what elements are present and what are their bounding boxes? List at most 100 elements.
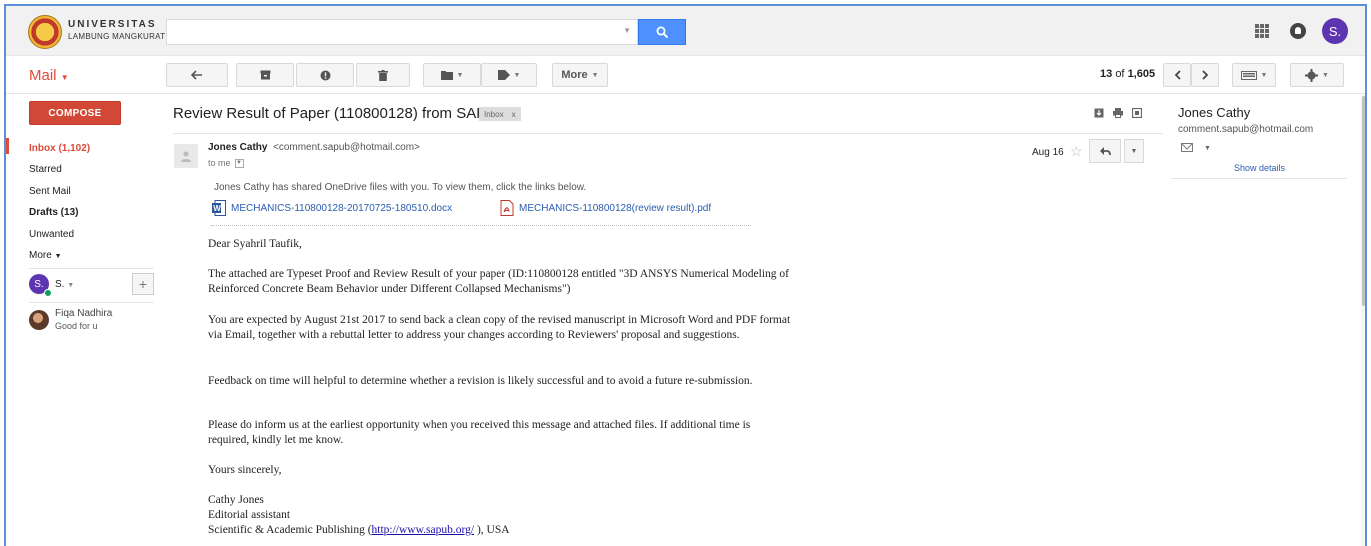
- contact-card-divider: [1171, 178, 1347, 179]
- more-button[interactable]: More ▼: [552, 63, 608, 87]
- mail-caret-icon: ▼: [60, 73, 69, 82]
- move-to-button[interactable]: ▼: [423, 63, 481, 87]
- more-label: More: [561, 69, 588, 81]
- attachment-docx-name: MECHANICS-110800128-20170725-180510.docx: [231, 202, 453, 214]
- message-subject: Review Result of Paper (110800128) from …: [173, 105, 487, 122]
- labels-button[interactable]: ▼: [481, 63, 537, 87]
- university-logo-icon[interactable]: [28, 15, 62, 49]
- sidebar-item-drafts[interactable]: Drafts (13): [29, 207, 78, 218]
- account-avatar[interactable]: S.: [1322, 18, 1348, 44]
- folder-icon: [440, 71, 453, 80]
- remove-label-icon[interactable]: x: [512, 110, 516, 119]
- sidebar-item-more[interactable]: More ▼: [29, 250, 62, 261]
- chat-user-name[interactable]: S. ▼: [55, 279, 74, 290]
- labels-caret-icon: ▼: [513, 71, 521, 79]
- body-paragraph-3: Feedback on time will helpful to determi…: [208, 375, 753, 387]
- back-arrow-icon: [191, 70, 202, 80]
- notifications-bell-icon[interactable]: [1290, 23, 1306, 39]
- start-chat-button[interactable]: +: [132, 273, 154, 295]
- move-caret-icon: ▼: [456, 71, 464, 79]
- logo-text-line2: LAMBUNG MANGKURAT: [68, 32, 166, 41]
- contact-avatar[interactable]: [29, 310, 49, 330]
- sidebar-more-caret-icon: ▼: [54, 253, 62, 260]
- input-tools-button[interactable]: ▼: [1232, 63, 1276, 87]
- sender-avatar[interactable]: [174, 144, 198, 168]
- archive-button[interactable]: [236, 63, 294, 87]
- show-details-link[interactable]: Show details: [1234, 163, 1285, 173]
- email-envelope-icon[interactable]: [1181, 143, 1193, 152]
- chat-caret-icon: ▼: [67, 282, 75, 289]
- print-icon[interactable]: [1113, 108, 1123, 118]
- mail-switcher[interactable]: Mail ▼: [29, 67, 69, 84]
- pdf-document-icon: [500, 200, 514, 216]
- signature-organization: Scientific & Academic Publishing (http:/…: [208, 523, 793, 538]
- reply-button[interactable]: [1089, 139, 1121, 163]
- sidebar-item-unwanted[interactable]: Unwanted: [29, 229, 74, 240]
- attachment-pdf[interactable]: MECHANICS-110800128(review result).pdf: [500, 200, 711, 216]
- body-paragraph-2: You are expected by August 21st 2017 to …: [208, 314, 791, 341]
- plus-icon: +: [138, 276, 148, 292]
- reply-arrow-icon: [1100, 147, 1111, 156]
- sidebar-item-inbox[interactable]: Inbox (1,102): [29, 143, 90, 154]
- sidebar-item-starred[interactable]: Starred: [29, 164, 62, 175]
- trash-icon: [378, 69, 388, 81]
- star-icon[interactable]: ☆: [1070, 143, 1083, 160]
- expand-all-icon[interactable]: [1094, 108, 1104, 118]
- closing-text: Yours sincerely,: [208, 464, 282, 476]
- gear-icon: [1305, 68, 1319, 82]
- signature-org-suffix: ), USA: [474, 524, 510, 536]
- settings-caret-icon: ▼: [1322, 71, 1329, 79]
- pager-count: 13 of 1,605: [1100, 68, 1155, 80]
- sidebar-divider: [29, 268, 154, 269]
- search-button[interactable]: [638, 19, 686, 45]
- body-paragraph-1: The attached are Typeset Proof and Revie…: [208, 268, 789, 295]
- older-button[interactable]: [1191, 63, 1219, 87]
- attachment-docx[interactable]: W MECHANICS-110800128-20170725-180510.do…: [212, 200, 452, 216]
- scrollbar-thumb[interactable]: [1362, 96, 1365, 306]
- recipient-details-caret-icon[interactable]: ▼: [234, 158, 244, 168]
- contact-actions-caret-icon[interactable]: ▼: [1204, 145, 1211, 152]
- chat-divider: [29, 302, 154, 303]
- reply-more-button[interactable]: ▼: [1124, 139, 1144, 163]
- onedrive-share-note: Jones Cathy has shared OneDrive files wi…: [214, 182, 587, 193]
- recipient-label: to me: [208, 158, 231, 168]
- publisher-link[interactable]: http://www.sapub.org/: [372, 524, 475, 536]
- search-input[interactable]: ▼: [166, 19, 638, 45]
- chat-user-label: S.: [55, 279, 65, 290]
- inbox-label-chip[interactable]: Inbox x: [479, 107, 521, 121]
- signature-org-prefix: Scientific & Academic Publishing (: [208, 524, 372, 536]
- label-tag-icon: [497, 70, 510, 80]
- word-document-icon: W: [212, 200, 226, 216]
- recipient-line[interactable]: to me ▼: [208, 158, 244, 168]
- back-button[interactable]: [166, 63, 228, 87]
- pager-total: 1,605: [1127, 68, 1156, 80]
- contact-name[interactable]: Fiqa Nadhira: [55, 308, 112, 319]
- report-spam-button[interactable]: [296, 63, 354, 87]
- contact-status: Good for u: [55, 321, 98, 331]
- sidebar-item-sent[interactable]: Sent Mail: [29, 186, 71, 197]
- attachment-pdf-name: MECHANICS-110800128(review result).pdf: [519, 202, 712, 214]
- signature-name: Cathy Jones: [208, 494, 264, 506]
- person-icon: [181, 151, 191, 162]
- compose-button[interactable]: COMPOSE: [29, 101, 121, 125]
- keyboard-icon: [1240, 70, 1257, 80]
- spam-alert-icon: [320, 70, 330, 80]
- greeting-text: Dear Syahril Taufik,: [208, 238, 302, 250]
- search-options-caret-icon[interactable]: ▼: [623, 26, 631, 35]
- contact-card-name: Jones Cathy: [1178, 105, 1251, 120]
- new-window-icon[interactable]: [1132, 108, 1142, 118]
- archive-icon: [260, 70, 270, 80]
- delete-button[interactable]: [356, 63, 410, 87]
- contact-card-email: comment.sapub@hotmail.com: [1178, 124, 1314, 135]
- reply-more-caret-icon: ▼: [1130, 147, 1138, 155]
- settings-button[interactable]: ▼: [1290, 63, 1344, 87]
- input-tools-caret-icon: ▼: [1260, 71, 1268, 79]
- subject-divider: [173, 133, 1163, 134]
- apps-grid-icon[interactable]: [1255, 24, 1269, 38]
- signature-title: Editorial assistant: [208, 509, 291, 521]
- toolbar: Mail ▼ ▼ ▼ More ▼ 13 of 1,605 ▼ ▼: [6, 56, 1365, 94]
- browser-frame: UNIVERSITAS LAMBUNG MANGKURAT ▼ S. Mail …: [4, 4, 1367, 546]
- sender-name[interactable]: Jones Cathy: [208, 142, 267, 153]
- newer-button[interactable]: [1163, 63, 1191, 87]
- more-caret-icon: ▼: [591, 71, 599, 79]
